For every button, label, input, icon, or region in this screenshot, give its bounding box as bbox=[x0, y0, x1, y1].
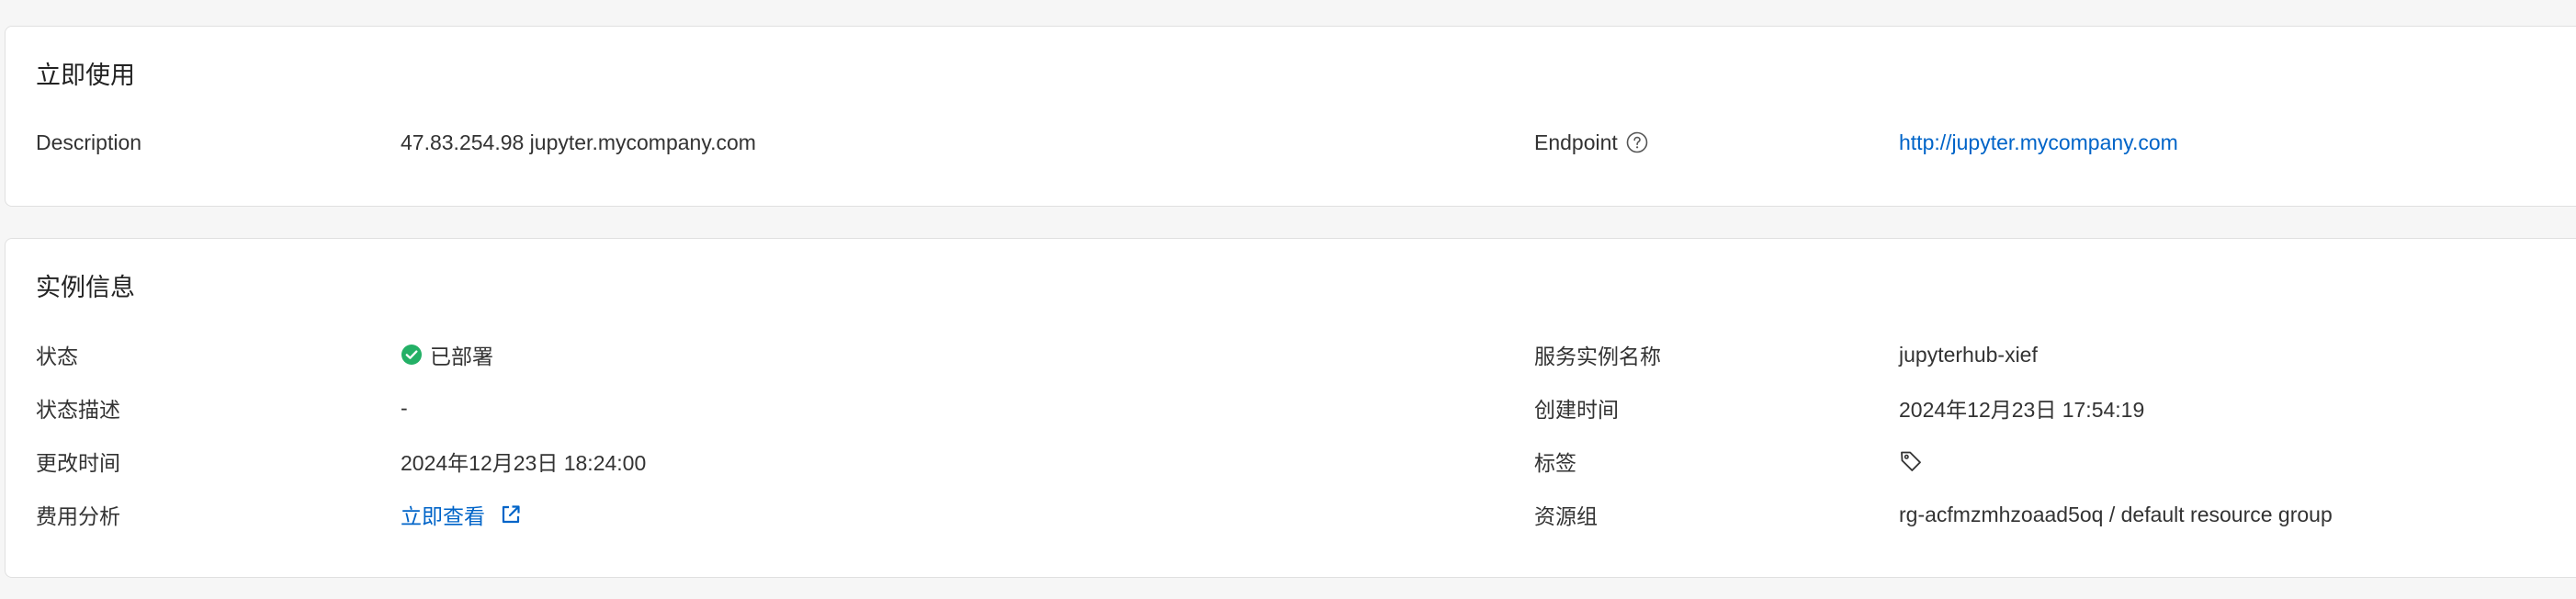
status-desc-value: - bbox=[401, 395, 408, 420]
endpoint-link[interactable]: http://jupyter.mycompany.com bbox=[1899, 130, 2178, 155]
usage-card-title: 立即使用 bbox=[36, 62, 135, 89]
created-time-value: 2024年12月23日 17:54:19 bbox=[1899, 398, 2145, 422]
status-desc-label: 状态描述 bbox=[36, 398, 120, 422]
instance-name-label: 服务实例名称 bbox=[1534, 345, 1661, 368]
endpoint-label-group: Endpoint bbox=[1534, 130, 1899, 155]
usage-fields: Description 47.83.254.98 jupyter.mycompa… bbox=[36, 116, 2576, 169]
status-value: 已部署 bbox=[430, 345, 493, 368]
instance-card-title: 实例信息 bbox=[36, 274, 135, 301]
usage-card: 立即使用 Description 47.83.254.98 jupyter.my… bbox=[5, 26, 2576, 207]
description-value: 47.83.254.98 jupyter.mycompany.com bbox=[401, 130, 756, 154]
resource-group-value: rg-acfmzmhzoaad5oq / default resource gr… bbox=[1899, 502, 2333, 526]
instance-card: 实例信息 状态 已部署 服务实例名称 jupyterhub-xief 状态描述 … bbox=[5, 238, 2576, 578]
help-circle-icon[interactable] bbox=[1626, 131, 1648, 153]
view-cost-link[interactable]: 立即查看 bbox=[401, 499, 485, 530]
tag-icon[interactable] bbox=[1899, 449, 1923, 473]
description-label: Description bbox=[36, 130, 142, 154]
check-circle-icon bbox=[401, 344, 423, 366]
endpoint-value-cell: http://jupyter.mycompany.com bbox=[1899, 130, 2576, 155]
endpoint-label: Endpoint bbox=[1534, 130, 1618, 154]
status-value-cell: 已部署 bbox=[401, 339, 1534, 370]
resource-group-label: 资源组 bbox=[1534, 504, 1598, 528]
tags-value-cell bbox=[1899, 449, 2576, 473]
status-label: 状态 bbox=[36, 345, 78, 368]
created-time-label: 创建时间 bbox=[1534, 398, 1619, 422]
external-link-icon[interactable] bbox=[500, 503, 522, 526]
cost-analysis-cell: 立即查看 bbox=[401, 499, 1534, 530]
tags-label: 标签 bbox=[1534, 451, 1576, 475]
cost-analysis-label: 费用分析 bbox=[36, 504, 120, 528]
modified-time-value: 2024年12月23日 18:24:00 bbox=[401, 451, 647, 475]
instance-name-value: jupyterhub-xief bbox=[1899, 342, 2038, 367]
instance-fields: 状态 已部署 服务实例名称 jupyterhub-xief 状态描述 - 创建时… bbox=[36, 328, 2576, 541]
modified-time-label: 更改时间 bbox=[36, 451, 120, 475]
